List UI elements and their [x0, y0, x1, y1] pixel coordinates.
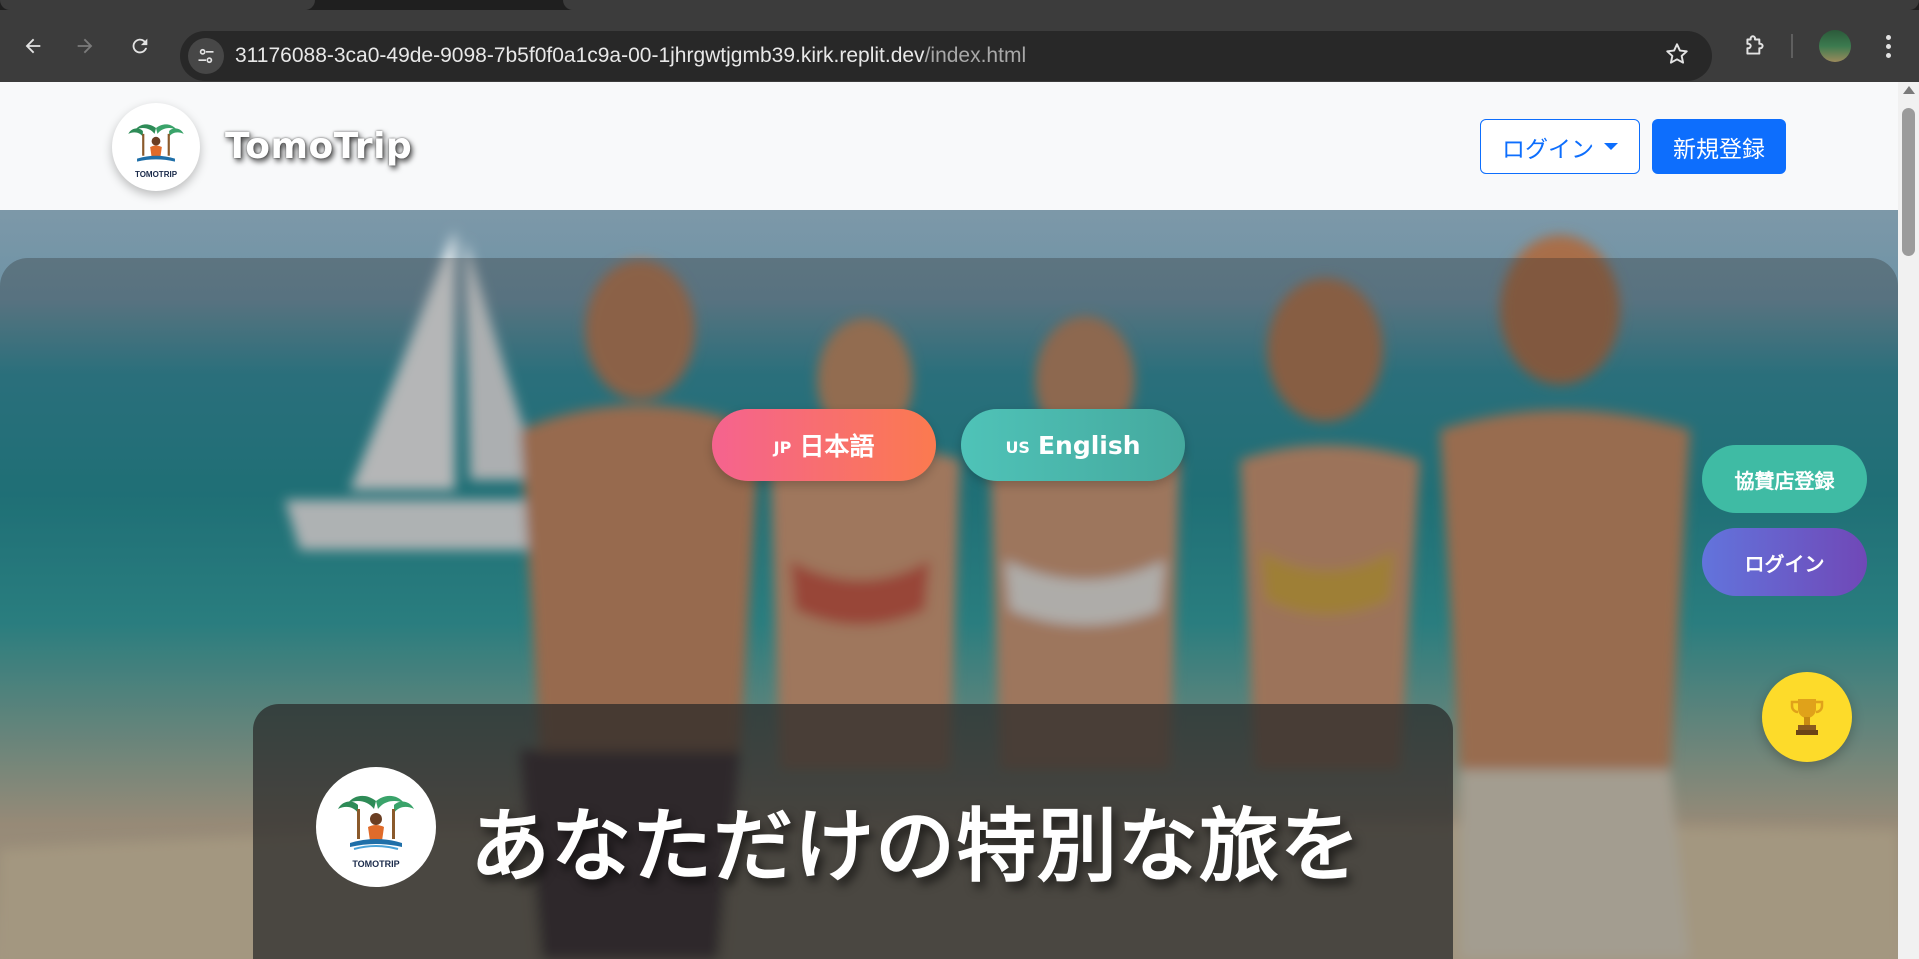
arrow-left-icon	[25, 38, 41, 54]
url-text: 31176088-3ca0-49de-9098-7b5f0f0a1c9a-00-…	[235, 44, 1026, 68]
caret-down-icon	[1604, 143, 1618, 150]
browser-tab[interactable]	[563, 0, 1919, 10]
arrow-right-icon	[77, 38, 93, 54]
card-logo: TOMOTRIP	[316, 767, 436, 887]
reload-icon	[132, 38, 148, 54]
language-english-label: English	[1037, 430, 1141, 460]
side-login-button[interactable]: ログイン	[1702, 528, 1867, 596]
jp-flag-icon: JP	[773, 438, 792, 457]
back-button[interactable]	[13, 26, 53, 66]
puzzle-icon	[1746, 35, 1764, 55]
site-info-button[interactable]	[188, 38, 224, 74]
header-logo-text: TOMOTRIP	[134, 170, 178, 179]
toolbar-divider	[1791, 34, 1793, 58]
site-header: TOMOTRIP TomoTrip ログイン 新規登録	[0, 82, 1898, 210]
signup-button[interactable]: 新規登録	[1652, 119, 1786, 174]
language-japanese-button[interactable]: JP 日本語	[712, 409, 936, 481]
sponsor-register-button[interactable]: 協賛店登録	[1702, 445, 1867, 513]
header-logo[interactable]: TOMOTRIP	[112, 103, 200, 191]
us-flag-icon: US	[1005, 438, 1030, 457]
kebab-icon	[1885, 34, 1891, 40]
trophy-icon	[1790, 699, 1824, 735]
browser-tab[interactable]	[0, 0, 315, 10]
hero-title: あなただけの特別な旅を	[470, 800, 1361, 893]
scrollbar-thumb[interactable]	[1902, 108, 1915, 256]
bookmark-button[interactable]	[1664, 41, 1690, 74]
browser-menu-button[interactable]	[1872, 30, 1904, 62]
language-japanese-label: 日本語	[799, 432, 875, 461]
star-icon	[1666, 43, 1688, 64]
page-scrollbar[interactable]	[1898, 82, 1919, 959]
profile-avatar[interactable]	[1819, 30, 1851, 62]
url-path: /index.html	[924, 44, 1027, 67]
trophy-button[interactable]	[1762, 672, 1852, 762]
page-viewport: JP 日本語 US English 協賛店登録 ログイン TOMOTRIP あな…	[0, 82, 1898, 959]
url-host: 31176088-3ca0-49de-9098-7b5f0f0a1c9a-00-…	[235, 44, 925, 67]
forward-button[interactable]	[65, 26, 105, 66]
hero-section: JP 日本語 US English 協賛店登録 ログイン TOMOTRIP あな…	[0, 210, 1898, 959]
tune-icon	[198, 48, 214, 64]
login-dropdown-label: ログイン	[1502, 136, 1594, 163]
login-dropdown-button[interactable]: ログイン	[1480, 119, 1640, 174]
address-bar[interactable]: 31176088-3ca0-49de-9098-7b5f0f0a1c9a-00-…	[180, 31, 1712, 81]
language-english-button[interactable]: US English	[961, 409, 1185, 481]
brand-name[interactable]: TomoTrip	[225, 126, 412, 167]
reload-button[interactable]	[120, 26, 160, 66]
extensions-button[interactable]	[1735, 26, 1775, 66]
browser-toolbar: 31176088-3ca0-49de-9098-7b5f0f0a1c9a-00-…	[0, 10, 1919, 82]
scroll-up-arrow-icon[interactable]	[1903, 86, 1915, 94]
card-logo-text: TOMOTRIP	[352, 859, 400, 869]
